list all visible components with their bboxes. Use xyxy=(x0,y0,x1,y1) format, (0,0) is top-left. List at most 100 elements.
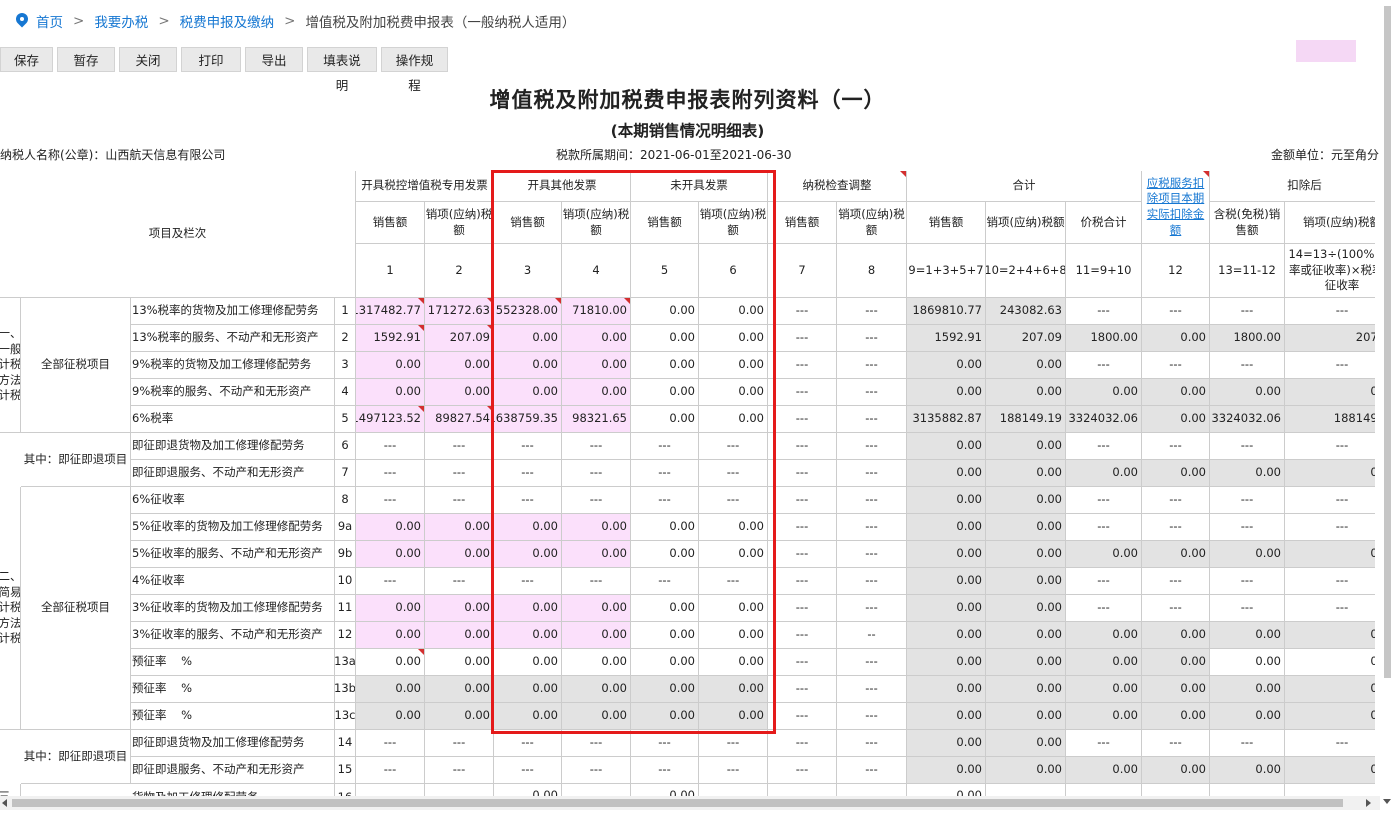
table-cell[interactable]: 0.00 xyxy=(425,595,494,622)
scroll-thumb-vertical[interactable] xyxy=(1384,6,1391,678)
table-cell: --- xyxy=(837,514,907,541)
table-cell[interactable]: 98321.65 xyxy=(562,406,631,433)
row-name: 6%税率 xyxy=(131,406,335,433)
table-cell[interactable]: 0.00 xyxy=(356,595,425,622)
table-cell[interactable]: 0.00 xyxy=(631,352,699,379)
vertical-scrollbar[interactable] xyxy=(1380,0,1392,813)
table-cell[interactable]: 0.00 xyxy=(699,622,768,649)
table-cell[interactable]: 0.00 xyxy=(699,352,768,379)
table-cell: 0.00 xyxy=(907,433,986,460)
table-cell: --- xyxy=(837,460,907,487)
table-cell[interactable]: 89827.54 xyxy=(425,406,494,433)
table-cell[interactable]: 0.00 xyxy=(631,298,699,325)
table-cell[interactable]: 0.00 xyxy=(1210,649,1285,676)
table-cell: --- xyxy=(425,568,494,595)
table-cell: --- xyxy=(768,703,837,730)
table-cell[interactable]: 0.00 xyxy=(356,622,425,649)
table-cell[interactable]: 0.00 xyxy=(631,541,699,568)
scroll-right-arrow-icon[interactable] xyxy=(1366,799,1371,807)
table-cell: --- xyxy=(631,730,699,757)
table-cell[interactable]: 0.00 xyxy=(631,406,699,433)
table-cell[interactable]: 0.00 xyxy=(494,352,562,379)
table-cell[interactable]: 0.00 xyxy=(425,379,494,406)
table-cell[interactable]: 0.00 xyxy=(562,325,631,352)
table-cell: 0.00 xyxy=(356,676,425,703)
table-cell[interactable]: 0.00 xyxy=(425,352,494,379)
table-cell[interactable]: 0.00 xyxy=(631,595,699,622)
table-cell[interactable]: 0.00 xyxy=(562,595,631,622)
table-cell[interactable]: 0.00 xyxy=(562,541,631,568)
table-cell[interactable]: 0.00 xyxy=(494,622,562,649)
table-cell: 0.00 xyxy=(907,568,986,595)
table-cell[interactable]: 1592.91 xyxy=(356,325,425,352)
deduction-link[interactable]: 应税服务扣除项目本期实际扣除金额 xyxy=(1142,171,1210,244)
table-cell: --- xyxy=(1142,568,1210,595)
table-cell[interactable]: 0.00 xyxy=(425,541,494,568)
table-cell: 0.00 xyxy=(986,622,1066,649)
table-cell: --- xyxy=(699,460,768,487)
table-cell[interactable]: 0.00 xyxy=(356,649,425,676)
table-cell[interactable]: 0.00 xyxy=(699,298,768,325)
table-cell[interactable]: 0.00 xyxy=(494,514,562,541)
table-cell: --- xyxy=(768,487,837,514)
table-cell[interactable]: 0.00 xyxy=(562,379,631,406)
table-cell[interactable]: 0.00 xyxy=(699,541,768,568)
table-cell[interactable]: 207.09 xyxy=(1285,325,1375,352)
row-name: 5%征收率的货物及加工修理修配劳务 xyxy=(131,514,335,541)
table-cell[interactable]: 71810.00 xyxy=(562,298,631,325)
table-cell: 0.00 xyxy=(1066,649,1142,676)
table-cell[interactable]: 0.00 xyxy=(562,649,631,676)
table-cell: 0.00 xyxy=(986,379,1066,406)
table-cell[interactable]: 0.00 xyxy=(699,406,768,433)
table-cell: --- xyxy=(1142,433,1210,460)
table-cell[interactable]: 0.00 xyxy=(356,379,425,406)
table-cell[interactable]: 1317482.77 xyxy=(356,298,425,325)
table-cell[interactable]: 0.00 xyxy=(356,352,425,379)
table-cell: --- xyxy=(356,757,425,784)
table-cell[interactable]: 552328.00 xyxy=(494,298,562,325)
table-cell[interactable]: 0.00 xyxy=(631,649,699,676)
table-cell[interactable]: 0.00 xyxy=(631,325,699,352)
table-cell[interactable]: 0.00 xyxy=(494,325,562,352)
table-cell: --- xyxy=(356,730,425,757)
row-name: 预征率 % xyxy=(131,703,335,730)
table-cell[interactable]: 0.00 xyxy=(356,541,425,568)
table-cell[interactable]: 0.00 xyxy=(699,595,768,622)
table-cell[interactable]: 1497123.52 xyxy=(356,406,425,433)
table-cell[interactable]: 1638759.35 xyxy=(494,406,562,433)
table-cell: --- xyxy=(631,487,699,514)
table-cell[interactable]: 0.00 xyxy=(699,514,768,541)
scroll-left-arrow-icon[interactable] xyxy=(2,799,7,807)
row-number: 15 xyxy=(335,757,356,784)
table-cell[interactable]: 0.00 xyxy=(356,514,425,541)
table-cell[interactable]: 0.00 xyxy=(631,514,699,541)
table-cell: --- xyxy=(356,460,425,487)
table-cell[interactable]: 0.00 xyxy=(425,622,494,649)
table-cell[interactable]: 0.00 xyxy=(631,622,699,649)
table-cell[interactable]: 0.00 xyxy=(562,352,631,379)
table-cell[interactable]: 0.00 xyxy=(699,325,768,352)
table-cell[interactable]: 0.00 xyxy=(562,514,631,541)
table-cell[interactable]: 0.00 xyxy=(494,379,562,406)
table-cell[interactable]: 0.00 xyxy=(631,379,699,406)
table-cell: --- xyxy=(837,541,907,568)
table-cell[interactable]: 171272.63 xyxy=(425,298,494,325)
table-cell[interactable]: 0.00 xyxy=(562,622,631,649)
table-cell[interactable]: 0.00 xyxy=(699,379,768,406)
table-cell[interactable]: 0.00 xyxy=(425,649,494,676)
horizontal-scrollbar[interactable] xyxy=(0,796,1380,810)
table-cell[interactable]: 0.00 xyxy=(425,514,494,541)
table-cell: --- xyxy=(1285,514,1375,541)
table-cell[interactable]: 0.00 xyxy=(494,649,562,676)
scroll-down-arrow-icon[interactable] xyxy=(1383,799,1391,804)
table-cell: 0.00 xyxy=(907,649,986,676)
table-cell[interactable]: 0.00 xyxy=(699,649,768,676)
table-cell: 0.00 xyxy=(907,541,986,568)
table-cell[interactable]: 207.09 xyxy=(425,325,494,352)
scroll-thumb[interactable] xyxy=(12,799,1343,807)
table-cell[interactable]: 0.00 xyxy=(1285,649,1375,676)
table-cell[interactable]: 0.00 xyxy=(494,595,562,622)
table-cell[interactable]: 0.00 xyxy=(494,541,562,568)
column-header: 销项(应纳)税额 xyxy=(986,202,1066,244)
row-number: 1 xyxy=(335,298,356,325)
